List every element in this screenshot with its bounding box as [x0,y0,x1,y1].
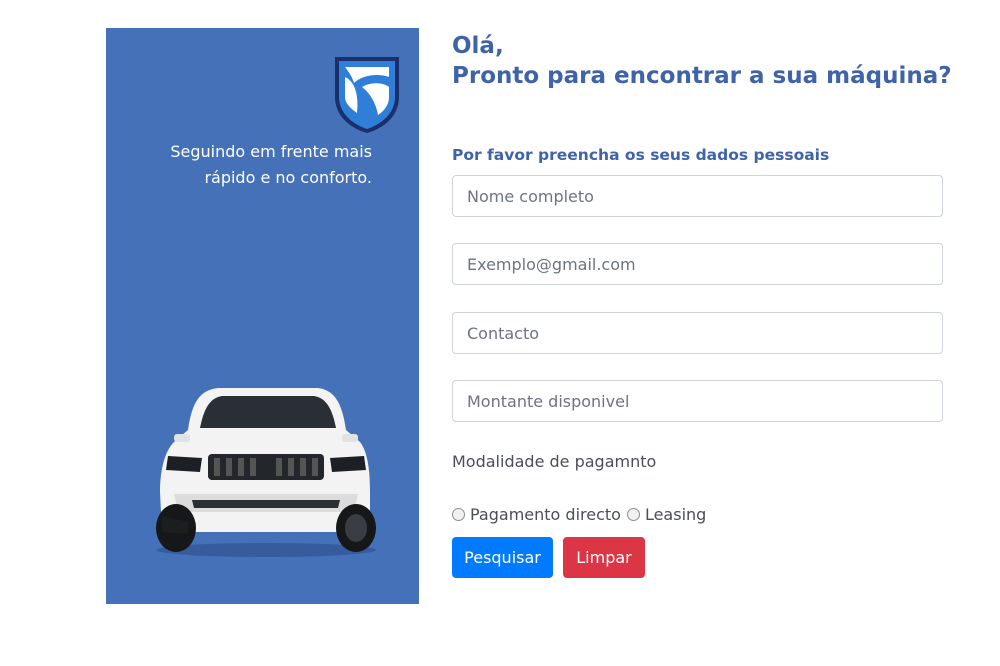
email-input[interactable] [452,243,943,285]
payment-method-group: Pagamento directo Leasing [452,505,712,524]
search-button[interactable]: Pesquisar [452,537,553,578]
bank-shield-logo-icon [335,57,399,133]
greeting-line: Olá, [452,33,504,59]
white-suv-image [156,388,376,557]
page-greeting: Olá, Pronto para encontrar a sua máquina… [452,31,952,91]
direct-payment-radio[interactable] [452,508,465,521]
tagline: Seguindo em frente mais rápido e no conf… [146,139,372,191]
full-name-input[interactable] [452,175,943,217]
contact-input[interactable] [452,312,943,354]
tagline-line: rápido e no conforto. [204,168,372,187]
leasing-radio[interactable] [626,508,640,521]
tagline-line: Seguindo em frente mais [170,142,372,161]
clear-button[interactable]: Limpar [563,537,645,578]
side-panel: Seguindo em frente mais rápido e no conf… [106,28,419,604]
amount-input[interactable] [452,380,943,422]
leasing-label[interactable]: Leasing [645,505,706,524]
greeting-line: Pronto para encontrar a sua máquina? [452,63,952,89]
direct-payment-label[interactable]: Pagamento directo [470,505,621,524]
form-intro: Por favor preencha os seus dados pessoai… [452,146,830,164]
payment-method-label: Modalidade de pagamnto [452,452,657,471]
